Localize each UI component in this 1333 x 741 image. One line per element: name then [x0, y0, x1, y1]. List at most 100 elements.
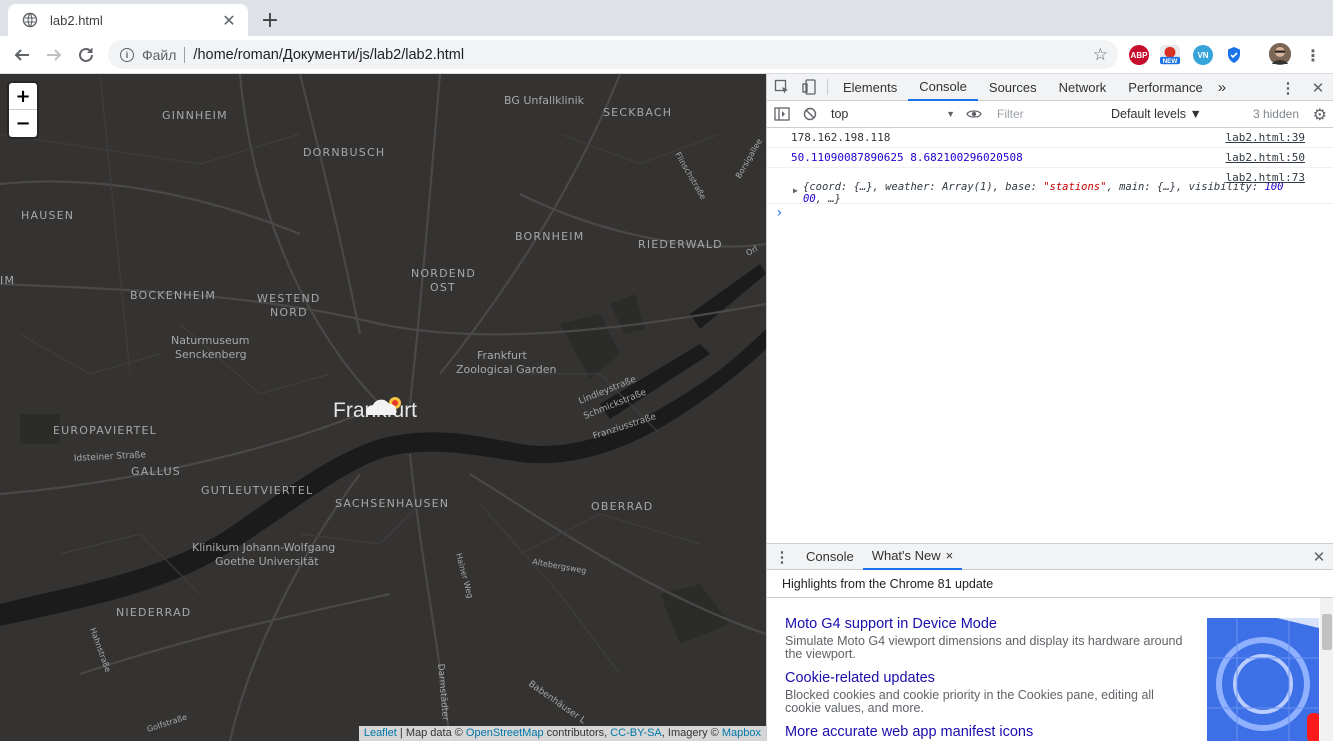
- eye-icon[interactable]: [961, 101, 987, 128]
- browser-tab[interactable]: lab2.html ✕: [8, 4, 248, 36]
- console-prompt[interactable]: ›: [767, 204, 1333, 224]
- whats-new-desc: Blocked cookies and cookie priority in t…: [785, 688, 1154, 715]
- mapbox-link[interactable]: Mapbox: [722, 727, 761, 739]
- leaflet-link[interactable]: Leaflet: [364, 727, 397, 739]
- tab-network[interactable]: Network: [1048, 74, 1118, 101]
- new-badge-extension-icon[interactable]: NEW: [1160, 45, 1180, 65]
- tab-console[interactable]: Console: [908, 74, 978, 101]
- map-label: Klinikum Johann-Wolfgang: [192, 541, 335, 554]
- tab-sources[interactable]: Sources: [978, 74, 1048, 101]
- back-icon[interactable]: [10, 43, 34, 67]
- scheme-label: Файл: [142, 46, 177, 63]
- attribution-text: | Map data ©: [396, 727, 466, 739]
- map-label: OBERRAD: [591, 500, 653, 513]
- map-label: HAUSEN: [21, 209, 74, 222]
- map-label: BORNHEIM: [515, 230, 584, 243]
- map-view[interactable]: BG Unfallklinik SECKBACH GINNHEIM DORNBU…: [0, 74, 766, 741]
- license-link[interactable]: CC-BY-SA: [610, 727, 662, 739]
- adblock-icon[interactable]: ABP: [1129, 45, 1149, 65]
- log-text: 178.162.198.118: [791, 131, 891, 144]
- map-label: GALLUS: [131, 465, 181, 478]
- whats-new-link[interactable]: Moto G4 support in Device Mode: [785, 616, 1185, 633]
- close-devtools-icon[interactable]: ✕: [1303, 74, 1333, 101]
- osm-link[interactable]: OpenStreetMap: [466, 727, 544, 739]
- whats-new-illustration: [1207, 618, 1319, 741]
- close-drawer-icon[interactable]: ✕: [1304, 544, 1333, 570]
- zoom-out-button[interactable]: −: [9, 110, 37, 137]
- close-tab-icon[interactable]: ✕: [220, 11, 238, 30]
- log-source-link[interactable]: lab2.html:73: [1226, 171, 1305, 184]
- map-label: Frankfurt: [477, 349, 527, 362]
- tab-performance[interactable]: Performance: [1117, 74, 1213, 101]
- log-entry: 50.11090087890625 8.682100296020508 lab2…: [767, 148, 1333, 168]
- whats-new-item: Cookie-related updates Blocked cookies a…: [785, 670, 1185, 715]
- log-source-link[interactable]: lab2.html:50: [1226, 151, 1305, 164]
- device-toolbar-icon[interactable]: [797, 74, 823, 101]
- attribution-text: contributors,: [543, 727, 611, 739]
- more-tabs-icon[interactable]: »: [1214, 74, 1230, 101]
- reload-icon[interactable]: [74, 43, 98, 67]
- vpn-extension-icon[interactable]: VN: [1193, 45, 1213, 65]
- map-label: NORDEND: [411, 267, 476, 280]
- clear-console-icon[interactable]: [797, 101, 823, 128]
- console-toolbar: top ▼ Filter Default levels ▼ 3 hidden ⚙: [767, 101, 1333, 128]
- new-tab-button[interactable]: +: [258, 8, 282, 33]
- obj-string: "stations": [1043, 181, 1107, 193]
- tab-strip: lab2.html ✕ +: [0, 0, 1333, 36]
- whats-new-desc: Simulate Moto G4 viewport dimensions and…: [785, 634, 1183, 661]
- devtools-panel: Elements Console Sources Network Perform…: [766, 74, 1333, 741]
- map-label: DORNBUSCH: [303, 146, 385, 159]
- whats-new-item: More accurate web app manifest icons: [785, 724, 1185, 741]
- devtools-menu-icon[interactable]: ⋮: [1273, 74, 1303, 101]
- profile-avatar[interactable]: [1269, 43, 1291, 65]
- map-label: NIEDERRAD: [116, 606, 191, 619]
- drawer-tab-console[interactable]: Console: [797, 544, 863, 570]
- context-selector[interactable]: top ▼: [825, 104, 961, 124]
- console-log: 178.162.198.118 lab2.html:39 50.11090087…: [767, 128, 1333, 224]
- drawer-tabbar: ⋮ Console What's New × ✕: [767, 544, 1333, 570]
- bookmark-star-icon[interactable]: ☆: [1093, 45, 1108, 65]
- forward-icon[interactable]: [42, 43, 66, 67]
- menu-kebab-icon[interactable]: ⋮: [1301, 43, 1325, 67]
- address-bar[interactable]: i Файл /home/roman/Документи/js/lab2/lab…: [108, 40, 1118, 69]
- whats-new-link[interactable]: More accurate web app manifest icons: [785, 724, 1185, 741]
- map-label: BOCKENHEIM: [130, 289, 216, 302]
- context-value: top: [831, 107, 849, 121]
- close-tab-icon[interactable]: ×: [946, 548, 954, 563]
- sidebar-toggle-icon[interactable]: [767, 101, 797, 128]
- tab-elements[interactable]: Elements: [832, 74, 908, 101]
- map-tiles: BG Unfallklinik SECKBACH GINNHEIM DORNBU…: [0, 74, 766, 741]
- drawer-menu-icon[interactable]: ⋮: [767, 543, 797, 570]
- divider: [184, 46, 186, 63]
- log-entry: lab2.html:73 ▶ {coord: {…}, weather: Arr…: [767, 168, 1333, 205]
- gear-icon[interactable]: ⚙: [1313, 105, 1327, 125]
- map-label: SECKBACH: [603, 106, 672, 119]
- map-label: SACHSENHAUSEN: [335, 497, 449, 510]
- zoom-in-button[interactable]: +: [9, 83, 37, 110]
- devtools-drawer: ⋮ Console What's New × ✕ Highlights from…: [767, 543, 1333, 741]
- filter-input[interactable]: Filter: [993, 104, 1107, 124]
- map-label: BG Unfallklinik: [504, 94, 585, 107]
- devtools-tabbar: Elements Console Sources Network Perform…: [767, 74, 1333, 101]
- browser-toolbar: i Файл /home/roman/Документи/js/lab2/lab…: [0, 36, 1333, 74]
- expand-triangle-icon[interactable]: ▶: [793, 185, 798, 197]
- inspect-element-icon[interactable]: [767, 74, 797, 101]
- map-label: EUROPAVIERTEL: [53, 424, 157, 437]
- log-levels-dropdown[interactable]: Default levels ▼: [1111, 107, 1202, 121]
- map-label: WESTEND: [257, 292, 321, 305]
- map-label: RIEDERWALD: [638, 238, 723, 251]
- shield-extension-icon[interactable]: [1224, 45, 1244, 65]
- drawer-tab-label: What's New: [871, 548, 941, 563]
- svg-text:NEW: NEW: [1163, 58, 1178, 65]
- log-source-link[interactable]: lab2.html:39: [1226, 131, 1305, 144]
- drawer-tab-whats-new[interactable]: What's New ×: [862, 544, 963, 570]
- drawer-scrollbar[interactable]: [1320, 598, 1333, 741]
- map-label: Goethe Universität: [215, 555, 319, 568]
- zoom-control: + −: [9, 83, 37, 137]
- hidden-count: 3 hidden: [1252, 107, 1299, 121]
- obj-number: 00: [803, 193, 816, 205]
- whats-new-link[interactable]: Cookie-related updates: [785, 670, 1185, 687]
- info-icon[interactable]: i: [120, 47, 134, 62]
- map-label: NORD: [270, 306, 308, 319]
- obj-text: , …}: [815, 193, 841, 205]
